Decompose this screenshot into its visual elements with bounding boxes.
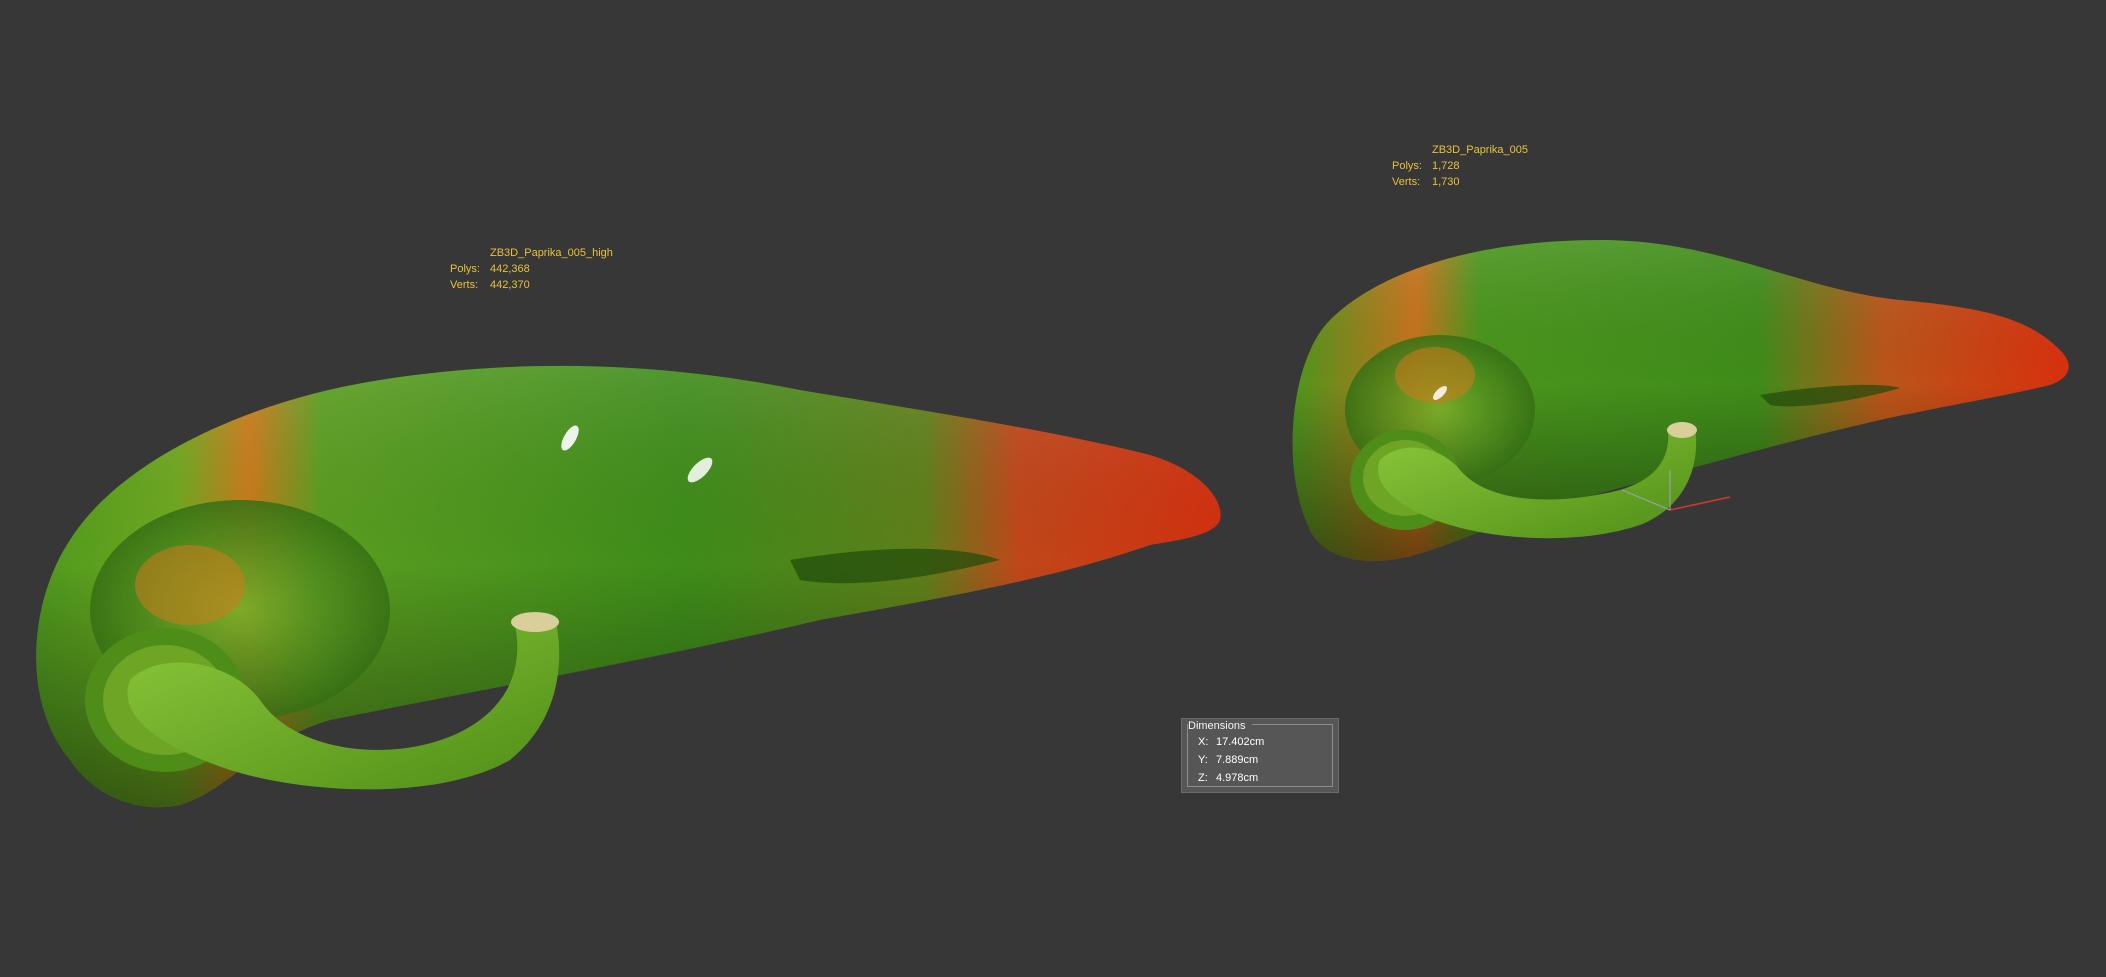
dimension-z-label: Z:	[1198, 772, 1208, 784]
object-stats-high-poly: ZB3D_Paprika_005_high Polys: 442,368 Vert…	[450, 245, 613, 293]
dimensions-frame-top	[1252, 724, 1333, 725]
dimension-z-row: Z: 4.978cm	[1198, 769, 1264, 787]
pepper-orange-patch	[135, 545, 245, 625]
verts-value: 442,370	[490, 279, 530, 291]
object-stats-low-poly: ZB3D_Paprika_005 Polys: 1,728 Verts: 1,730	[1392, 142, 1528, 190]
dimension-y-row: Y: 7.889cm	[1198, 751, 1264, 769]
object-name: ZB3D_Paprika_005	[1432, 144, 1529, 156]
verts-label: Verts:	[450, 279, 479, 291]
object-name: ZB3D_Paprika_005_high	[490, 247, 613, 259]
stem-cut-end	[511, 612, 559, 632]
dimension-x-value: 17.402cm	[1216, 736, 1265, 748]
dimension-y-value: 7.889cm	[1216, 754, 1259, 766]
polys-value: 1,728	[1432, 160, 1460, 172]
polys-value: 442,368	[490, 263, 530, 275]
stem-cut-end	[1667, 422, 1697, 438]
dimension-z-value: 4.978cm	[1216, 772, 1259, 784]
dimension-x-row: X: 17.402cm	[1198, 733, 1264, 751]
pepper-high-poly[interactable]	[36, 365, 1221, 808]
polys-label: Polys:	[450, 263, 480, 275]
pepper-low-poly[interactable]	[1292, 240, 2069, 562]
verts-label: Verts:	[1392, 176, 1421, 188]
polys-label: Polys:	[1392, 160, 1422, 172]
dimension-y-label: Y:	[1198, 754, 1208, 766]
3d-viewport[interactable]: ZB3D_Paprika_005_high Polys: 442,368 Vert…	[0, 0, 2106, 977]
verts-value: 1,730	[1432, 176, 1460, 188]
dimensions-panel: Dimensions X: 17.402cm Y: 7.889cm Z: 4.9…	[1181, 718, 1339, 793]
viewport-scene	[36, 240, 2069, 808]
dimension-x-label: X:	[1198, 736, 1209, 748]
dimensions-title: Dimensions	[1188, 720, 1246, 732]
